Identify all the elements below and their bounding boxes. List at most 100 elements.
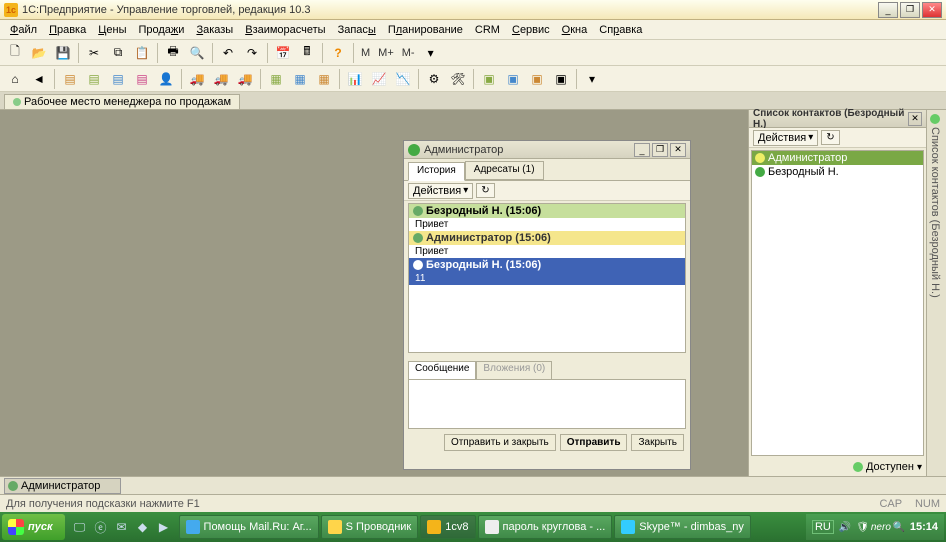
menu-help[interactable]: Справка	[593, 22, 648, 38]
message-header[interactable]: Администратор (15:06)	[409, 231, 685, 245]
app-title: 1С:Предприятие - Управление торговлей, р…	[22, 4, 878, 16]
tb2-report1-icon[interactable]: 📊	[344, 68, 366, 90]
tb2-grid1-icon[interactable]: ▦	[265, 68, 287, 90]
tb-new-icon[interactable]: 🗋	[4, 42, 26, 64]
tb2-report2-icon[interactable]: 📈	[368, 68, 390, 90]
tb-paste-icon[interactable]: 📋	[131, 42, 153, 64]
menu-service[interactable]: Сервис	[506, 22, 556, 38]
contacts-list[interactable]: Администратор Безродный Н.	[751, 150, 924, 456]
close-button[interactable]: ✕	[922, 2, 942, 18]
tb2-truck1-icon[interactable]: 🚚	[186, 68, 208, 90]
tab-sales-manager[interactable]: Рабочее место менеджера по продажам	[4, 94, 240, 109]
menu-edit[interactable]: Правка	[43, 22, 92, 38]
tb2-doc1-icon[interactable]: ▤	[59, 68, 81, 90]
vertical-tab[interactable]: Список контактов (Безродный Н.)	[926, 110, 946, 476]
tab-message[interactable]: Сообщение	[408, 361, 476, 379]
tb2-catalog3-icon[interactable]: ▣	[526, 68, 548, 90]
tb-cut-icon[interactable]: ✂	[83, 42, 105, 64]
contact-item[interactable]: Администратор	[752, 151, 923, 165]
tb2-config2-icon[interactable]: 🛠	[447, 68, 469, 90]
tb2-nav-icon[interactable]: ⌂	[4, 68, 26, 90]
ql-ie-icon[interactable]: ⓔ	[91, 516, 111, 538]
send-button[interactable]: Отправить	[560, 434, 628, 451]
menu-orders[interactable]: Заказы	[190, 22, 239, 38]
tb2-config1-icon[interactable]: ⚙	[423, 68, 445, 90]
tb2-grid2-icon[interactable]: ▦	[289, 68, 311, 90]
tab-history[interactable]: История	[408, 162, 465, 181]
clock[interactable]: 15:14	[910, 521, 938, 533]
taskbar-item[interactable]: Skype™ - dimbas_ny	[614, 515, 751, 539]
message-body[interactable]: Привет	[409, 218, 685, 231]
contacts-status[interactable]: Доступен ▾	[749, 458, 926, 476]
tb2-grid3-icon[interactable]: ▦	[313, 68, 335, 90]
tb2-catalog4-icon[interactable]: ▣	[550, 68, 572, 90]
menu-planning[interactable]: Планирование	[382, 22, 469, 38]
tb2-catalog2-icon[interactable]: ▣	[502, 68, 524, 90]
menu-sales[interactable]: Продажи	[132, 22, 190, 38]
tb-mem-mminus[interactable]: М-	[399, 47, 418, 59]
contact-item[interactable]: Безродный Н.	[752, 165, 923, 179]
chat-titlebar[interactable]: Администратор _ ❐ ✕	[404, 141, 690, 159]
chat-history[interactable]: Безродный Н. (15:06) Привет Администрато…	[408, 203, 686, 353]
tab-recipients[interactable]: Адресаты (1)	[465, 161, 544, 180]
message-header[interactable]: Безродный Н. (15:06)	[409, 258, 685, 272]
message-header[interactable]: Безродный Н. (15:06)	[409, 204, 685, 218]
chat-close-button[interactable]: ✕	[670, 143, 686, 157]
minimize-button[interactable]: _	[878, 2, 898, 18]
tb2-report3-icon[interactable]: 📉	[392, 68, 414, 90]
tb2-truck3-icon[interactable]: 🚚	[234, 68, 256, 90]
tb-find-icon[interactable]: 🔍	[186, 42, 208, 64]
chat-refresh-button[interactable]: ↻	[476, 183, 494, 198]
tb-calc-icon[interactable]: 🖩	[296, 42, 318, 64]
menu-file[interactable]: Файл	[4, 22, 43, 38]
tb-save-icon[interactable]: 💾	[52, 42, 74, 64]
tb-undo-icon[interactable]: ↶	[217, 42, 239, 64]
compose-textarea[interactable]	[408, 379, 686, 429]
ql-desktop-icon[interactable]: 🖵	[70, 516, 90, 538]
chat-actions-menu[interactable]: Действия ▾	[408, 183, 473, 199]
tb2-catalog1-icon[interactable]: ▣	[478, 68, 500, 90]
tb2-more-icon[interactable]: ▾	[581, 68, 603, 90]
menu-prices[interactable]: Цены	[92, 22, 132, 38]
taskbar-item[interactable]: пароль круглова - ...	[478, 515, 613, 539]
tb-print-icon[interactable]: 🖶	[162, 42, 184, 64]
tb2-user-icon[interactable]: 👤	[155, 68, 177, 90]
tab-attachments[interactable]: Вложения (0)	[476, 361, 552, 379]
chat-maximize-button[interactable]: ❐	[652, 143, 668, 157]
tb-open-icon[interactable]: 📂	[28, 42, 50, 64]
tb-copy-icon[interactable]: ⧉	[107, 42, 129, 64]
message-body[interactable]: Привет	[409, 245, 685, 258]
tb-help-icon[interactable]: ?	[327, 42, 349, 64]
maximize-button[interactable]: ❐	[900, 2, 920, 18]
taskbar-item[interactable]: S Проводник	[321, 515, 419, 539]
tb2-doc2-icon[interactable]: ▤	[83, 68, 105, 90]
menu-windows[interactable]: Окна	[556, 22, 594, 38]
tb-mem-m[interactable]: М	[358, 47, 373, 59]
tb2-doc3-icon[interactable]: ▤	[107, 68, 129, 90]
contacts-refresh-button[interactable]: ↻	[821, 130, 839, 145]
message-body[interactable]: 11	[409, 272, 685, 285]
menu-settlements[interactable]: Взаиморасчеты	[239, 22, 331, 38]
send-and-close-button[interactable]: Отправить и закрыть	[444, 434, 556, 451]
menu-stock[interactable]: Запасы	[332, 22, 382, 38]
window-tab-admin[interactable]: Администратор	[4, 478, 121, 494]
ql-media-icon[interactable]: ▶	[154, 516, 174, 538]
start-button[interactable]: пуск	[2, 514, 65, 540]
contacts-close-button[interactable]: ✕	[908, 112, 922, 126]
menu-crm[interactable]: CRM	[469, 22, 506, 38]
close-button[interactable]: Закрыть	[631, 434, 684, 451]
tb2-back-icon[interactable]: ◄	[28, 68, 50, 90]
chat-minimize-button[interactable]: _	[634, 143, 650, 157]
contacts-actions-menu[interactable]: Действия ▾	[753, 130, 818, 146]
tb-mem-mplus[interactable]: М+	[375, 47, 397, 59]
tb2-truck2-icon[interactable]: 🚚	[210, 68, 232, 90]
ql-mail-icon[interactable]: ✉	[112, 516, 132, 538]
ql-app-icon[interactable]: ◆	[133, 516, 153, 538]
tb-dropdown-icon[interactable]: ▾	[420, 42, 442, 64]
tb-calendar-icon[interactable]: 📅	[272, 42, 294, 64]
tb2-doc4-icon[interactable]: ▤	[131, 68, 153, 90]
taskbar-item[interactable]: 1cv8	[420, 515, 475, 539]
taskbar-item[interactable]: Помощь Mail.Ru: Аг...	[179, 515, 319, 539]
statusbar: Для получения подсказки нажмите F1 CAP N…	[0, 494, 946, 512]
tb-redo-icon[interactable]: ↷	[241, 42, 263, 64]
